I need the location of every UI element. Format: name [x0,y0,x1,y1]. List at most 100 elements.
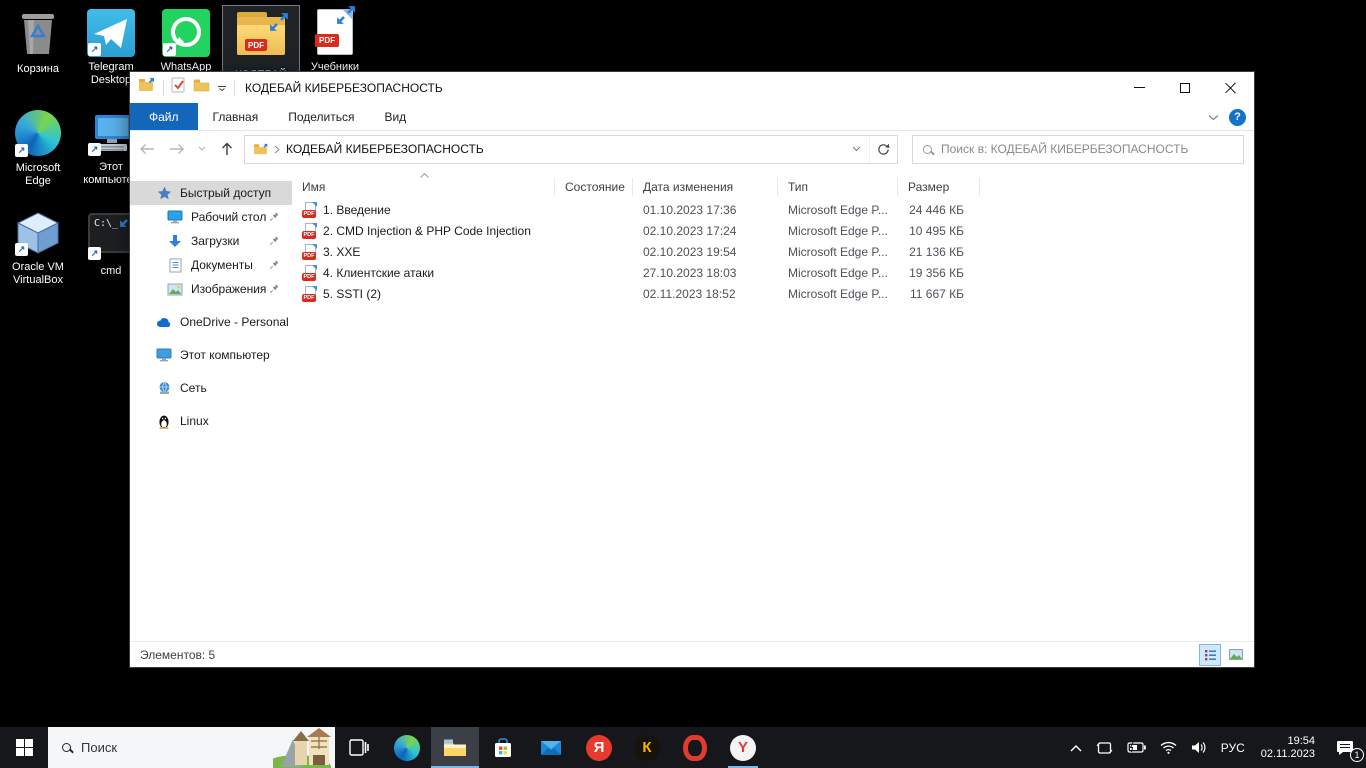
sidebar-item-documents[interactable]: Документы [130,253,292,277]
taskbar-yandex-browser-button[interactable]: Y [719,727,767,768]
navigation-toolbar: КОДЕБАЙ КИБЕРБЕЗОПАСНОСТЬ Поиск в: КОДЕБ… [130,131,1254,167]
items-count: Элементов: 5 [140,648,215,662]
task-view-icon [349,739,369,756]
breadcrumb[interactable]: КОДЕБАЙ КИБЕРБЕЗОПАСНОСТЬ [286,142,484,156]
downloads-icon [167,233,183,249]
pdf-file-icon: PDF [302,244,318,260]
taskbar-kinopoisk-button[interactable]: К [623,727,671,768]
tab-home[interactable]: Главная [198,103,274,130]
file-size: 21 136 КБ [898,245,980,259]
start-button[interactable] [0,727,48,768]
sidebar-item-onedrive[interactable]: OneDrive - Personal [130,310,292,334]
taskbar-store-button[interactable] [479,727,527,768]
new-folder-button[interactable] [193,78,210,97]
tab-view[interactable]: Вид [369,103,421,130]
desktop-icon-uchebniki[interactable]: PDF Учебники [297,6,373,77]
sidebar-item-pictures[interactable]: Изображения [130,277,292,301]
column-header-type[interactable]: Тип [778,178,898,196]
pdf-file-icon: PDF [302,202,318,218]
microsoft-store-icon [493,738,513,758]
tab-share[interactable]: Поделиться [273,103,369,130]
desktop-icon-whatsapp[interactable]: ↗ WhatsApp [148,6,224,77]
taskbar-file-explorer-button[interactable] [431,727,479,768]
file-explorer-window: КОДЕБАЙ КИБЕРБЕЗОПАСНОСТЬ Файл Главная П… [130,72,1254,667]
tab-file[interactable]: Файл [130,103,198,130]
pin-icon [269,235,280,249]
details-view-button[interactable] [1200,645,1220,665]
virtualbox-icon: ↗ [14,209,62,257]
close-button[interactable] [1208,72,1254,103]
clock-date: 02.11.2023 [1261,748,1315,761]
back-button[interactable] [134,136,160,162]
forward-button[interactable] [164,136,190,162]
search-input[interactable]: Поиск в: КОДЕБАЙ КИБЕРБЕЗОПАСНОСТЬ [912,135,1244,164]
thumbnails-view-button[interactable] [1226,645,1246,665]
desktop-icon-virtualbox[interactable]: ↗ Oracle VM VirtualBox [0,206,76,290]
desktop-icon-label: Корзина [2,63,74,76]
file-type: Microsoft Edge P... [778,203,898,217]
file-name: 1. Введение [323,203,391,217]
minimize-button[interactable] [1116,72,1162,103]
file-name: 4. Клиентские атаки [323,266,434,280]
taskbar-search-input[interactable]: Поиск [48,727,335,768]
up-button[interactable] [214,136,240,162]
file-size: 11 667 КБ [898,287,980,301]
search-placeholder: Поиск в: КОДЕБАЙ КИБЕРБЕЗОПАСНОСТЬ [941,142,1188,156]
tablet-mode-icon[interactable] [1089,727,1120,768]
volume-icon[interactable] [1184,727,1214,768]
sidebar-item-quick-access[interactable]: Быстрый доступ [130,181,292,205]
taskbar-edge-button[interactable] [383,727,431,768]
shortcut-arrow-icon: ↗ [88,247,101,260]
file-row[interactable]: PDF5. SSTI (2) 02.11.2023 18:52 Microsof… [292,283,1254,304]
taskbar-yandex-button[interactable]: Я [575,727,623,768]
sidebar-item-this-pc[interactable]: Этот компьютер [130,343,292,367]
file-row[interactable]: PDF3. XXE 02.10.2023 19:54 Microsoft Edg… [292,241,1254,262]
expand-ribbon-chevron-icon[interactable] [1208,108,1219,126]
search-highlight-image[interactable] [273,727,335,768]
file-row[interactable]: PDF2. CMD Injection & PHP Code Injection… [292,220,1254,241]
documents-icon [167,257,183,273]
pin-icon [269,283,280,297]
hidden-icons-button[interactable] [1063,727,1089,768]
address-bar[interactable]: КОДЕБАЙ КИБЕРБЕЗОПАСНОСТЬ [244,135,898,164]
file-name: 5. SSTI (2) [323,287,381,301]
taskbar-opera-button[interactable] [671,727,719,768]
pictures-icon [167,281,183,297]
desktop-icon-recycle-bin[interactable]: Корзина [0,6,76,79]
wifi-icon[interactable] [1153,727,1184,768]
recent-locations-chevron-icon[interactable] [194,136,210,162]
task-view-button[interactable] [335,727,383,768]
sidebar-item-linux[interactable]: Linux [130,409,292,433]
file-row[interactable]: PDF4. Клиентские атаки 27.10.2023 18:03 … [292,262,1254,283]
pdf-badge: PDF [315,34,339,47]
notification-badge: 1 [1350,748,1364,762]
minimize-icon [1134,87,1145,88]
file-size: 19 356 КБ [898,266,980,280]
desktop-icon-edge[interactable]: ↗ Microsoft Edge [0,106,76,191]
file-modified: 27.10.2023 18:03 [633,266,778,280]
shortcut-arrow-icon: ↗ [163,43,176,56]
properties-button[interactable] [171,77,186,98]
sidebar-item-downloads[interactable]: Загрузки [130,229,292,253]
pdf-badge: PDF [245,39,267,51]
desktop-icon-label: Microsoft Edge [2,162,74,188]
edge-icon [394,735,420,761]
taskbar-mail-button[interactable] [527,727,575,768]
qat-customize-chevron-icon[interactable] [217,79,227,97]
language-indicator[interactable]: РУС [1214,727,1252,768]
column-header-size[interactable]: Размер [898,178,980,196]
ribbon-tabs: Файл Главная Поделиться Вид ? [130,103,1254,131]
address-dropdown-chevron-icon[interactable] [843,136,869,162]
taskbar-clock[interactable]: 19:54 02.11.2023 [1252,735,1324,761]
column-header-status[interactable]: Состояние [555,178,633,196]
sidebar-item-desktop[interactable]: Рабочий стол [130,205,292,229]
help-button[interactable]: ? [1229,109,1246,126]
file-row[interactable]: PDF1. Введение 01.10.2023 17:36 Microsof… [292,199,1254,220]
battery-icon[interactable] [1120,727,1153,768]
sidebar-item-network[interactable]: Сеть [130,376,292,400]
action-center-button[interactable]: 1 [1324,727,1366,768]
refresh-button[interactable] [869,136,897,163]
maximize-button[interactable] [1162,72,1208,103]
column-header-modified[interactable]: Дата изменения [633,178,778,196]
desktop-folder-icon [167,209,183,225]
